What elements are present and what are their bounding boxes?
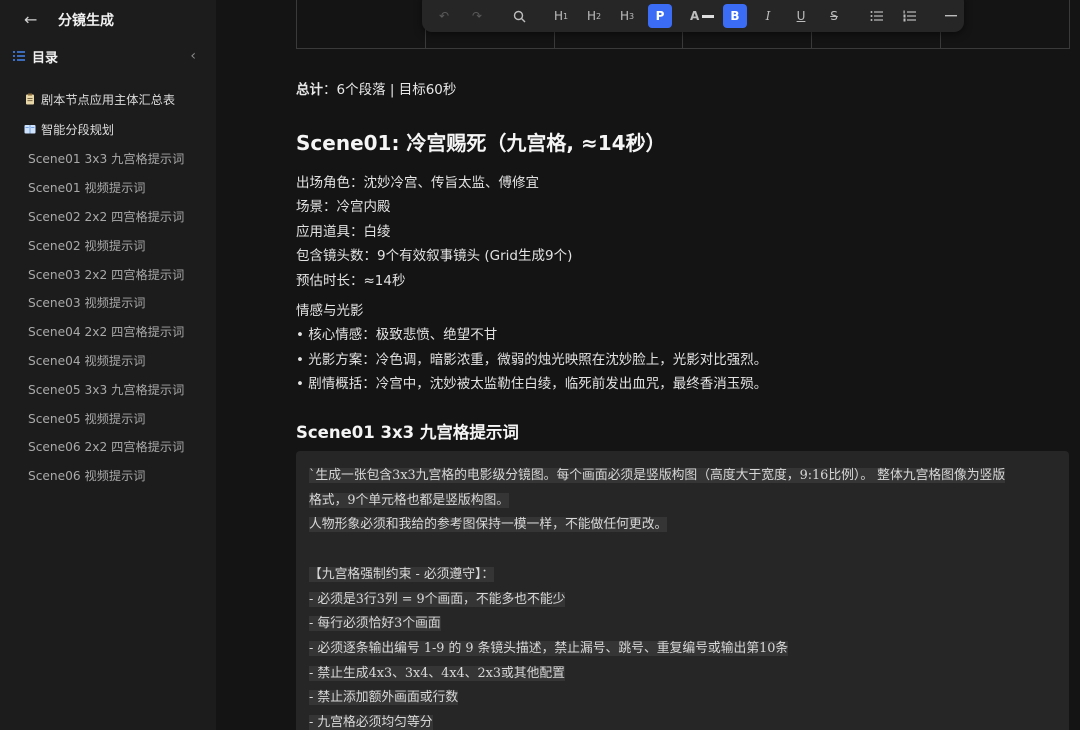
summary-value: ：6个段落 | 目标60秒 bbox=[323, 82, 457, 98]
scene-heading: Scene01: 冷宫赐死（九宫格, ≈14秒） bbox=[296, 131, 666, 155]
sidebar: ← 分镜生成 目录 ‹ 剧本节点应用主体汇总表 智能分段规划 Scene01 3x3… bbox=[0, 0, 216, 730]
color-swatch bbox=[702, 14, 714, 18]
toc-item[interactable]: Scene04 2x2 四宫格提示词 bbox=[0, 317, 216, 346]
code-line: - 禁止添加额外画面或行数 bbox=[309, 686, 1069, 711]
toc-item-label: Scene04 2x2 四宫格提示词 bbox=[28, 325, 185, 340]
code-line-text: 人物形象必须和我给的参考图保持一模一样，不能做任何更改。 bbox=[309, 517, 668, 533]
toc-item-label: Scene02 2x2 四宫格提示词 bbox=[28, 209, 185, 224]
toc-header: 目录 ‹ bbox=[0, 40, 216, 72]
toc-item[interactable]: 智能分段规划 bbox=[0, 114, 216, 144]
summary-line: 总计：6个段落 | 目标60秒 bbox=[296, 78, 1070, 100]
emotion-bullet: • 剧情概括：冷宫中，沈妙被太监勒住白绫，临死前发出血咒，最终香消玉殒。 bbox=[296, 376, 768, 393]
table-cell[interactable] bbox=[297, 0, 426, 48]
code-line-text: 【九宫格强制约束 - 必须遵守】： bbox=[309, 566, 495, 582]
code-line: `生成一张包含3x3九宫格的电影级分镜图。每个画面必须是竖版构图（高度大于宽度，… bbox=[309, 464, 1069, 489]
toc-item[interactable]: Scene05 3x3 九宫格提示词 bbox=[0, 374, 216, 403]
strikethrough-button[interactable]: S bbox=[822, 4, 846, 28]
toc-item-label: Scene05 3x3 九宫格提示词 bbox=[28, 382, 185, 397]
book-icon bbox=[24, 125, 36, 134]
toc-item[interactable]: Scene06 2x2 四宫格提示词 bbox=[0, 432, 216, 461]
emotion-bullet: • 光影方案：冷色调，暗影浓重，微弱的烛光映照在沈妙脸上，光影对比强烈。 bbox=[296, 351, 768, 368]
heading2-button[interactable]: H2 bbox=[582, 4, 606, 28]
bold-button[interactable]: B bbox=[723, 4, 747, 28]
code-line-text: - 必须逐条输出编号 1-9 的 9 条镜头描述，禁止漏号、跳号、重复编号或输出… bbox=[309, 640, 789, 656]
toc-item-label: Scene01 3x3 九宫格提示词 bbox=[28, 152, 185, 167]
code-line-text: - 禁止生成4x3、3x4、4x4、2x3或其他配置 bbox=[309, 665, 565, 681]
toc-item-label: Scene04 视频提示词 bbox=[28, 353, 146, 368]
toc-title: 目录 bbox=[32, 50, 59, 66]
code-line: - 禁止生成4x3、3x4、4x4、2x3或其他配置 bbox=[309, 662, 1069, 687]
toc-item[interactable]: Scene03 2x2 四宫格提示词 bbox=[0, 259, 216, 288]
toc-item-label: Scene03 视频提示词 bbox=[28, 296, 146, 311]
toc-item-label: 剧本节点应用主体汇总表 bbox=[41, 93, 176, 107]
emotion-heading: 情感与光影 bbox=[296, 303, 364, 320]
meta-line: 场景：冷宫内殿 bbox=[296, 199, 391, 216]
code-line: 【九宫格强制约束 - 必须遵守】： bbox=[309, 563, 1069, 588]
toc-item-label: Scene06 2x2 四宫格提示词 bbox=[28, 440, 185, 455]
prompt-heading: Scene01 3x3 九宫格提示词 bbox=[296, 422, 519, 442]
code-line-text: `生成一张包含3x3九宫格的电影级分镜图。每个画面必须是竖版构图（高度大于宽度，… bbox=[309, 468, 1006, 483]
toc-item[interactable]: Scene03 视频提示词 bbox=[0, 288, 216, 317]
meta-line: 预估时长：≈14秒 bbox=[296, 272, 406, 289]
toc-item-label: Scene01 视频提示词 bbox=[28, 181, 146, 196]
heading1-button[interactable]: H1 bbox=[549, 4, 573, 28]
numbered-list-icon[interactable] bbox=[897, 4, 921, 28]
toc-item-label: 智能分段规划 bbox=[41, 123, 115, 137]
underline-button[interactable]: U bbox=[789, 4, 813, 28]
toc-item[interactable]: Scene05 视频提示词 bbox=[0, 403, 216, 432]
meta-line: 包含镜头数：9个有效叙事镜头 (Grid生成9个) bbox=[296, 248, 573, 265]
italic-button[interactable]: I bbox=[756, 4, 780, 28]
summary-label: 总计 bbox=[296, 82, 323, 98]
toc-item-label: Scene02 视频提示词 bbox=[28, 238, 146, 253]
meta-line: 应用道具：白绫 bbox=[296, 223, 391, 240]
toc-item[interactable]: Scene02 2x2 四宫格提示词 bbox=[0, 202, 216, 231]
toc-item[interactable]: 剧本节点应用主体汇总表 bbox=[0, 84, 216, 114]
font-color-button[interactable]: A bbox=[690, 4, 714, 28]
toc-item[interactable]: Scene01 3x3 九宫格提示词 bbox=[0, 144, 216, 173]
editor-main: ↶ ↷ H1 H2 H3 P A B I U S 总计：6个段落 | 目标60秒 bbox=[216, 0, 1080, 730]
code-line: 人物形象必须和我给的参考图保持一模一样，不能做任何更改。 bbox=[309, 513, 1069, 538]
bullet-list-icon[interactable] bbox=[864, 4, 888, 28]
toc-item-label: Scene06 视频提示词 bbox=[28, 469, 146, 484]
list-icon bbox=[13, 51, 25, 61]
meta-line: 出场角色：沈妙冷宫、传旨太监、傅修宜 bbox=[296, 175, 539, 191]
format-toolbar: ↶ ↷ H1 H2 H3 P A B I U S bbox=[422, 0, 964, 32]
app-title: 分镜生成 bbox=[58, 13, 114, 29]
paragraph-button[interactable]: P bbox=[648, 4, 672, 28]
heading3-button[interactable]: H3 bbox=[615, 4, 639, 28]
code-line-text: - 九宫格必须均匀等分 bbox=[309, 715, 433, 730]
toc-item[interactable]: Scene01 视频提示词 bbox=[0, 173, 216, 202]
code-line-text: - 必须是3行3列 = 9个画面，不能多也不能少 bbox=[309, 591, 566, 607]
undo-icon[interactable]: ↶ bbox=[432, 4, 456, 28]
horizontal-rule-icon[interactable] bbox=[939, 4, 963, 28]
toc-list: 剧本节点应用主体汇总表 智能分段规划 Scene01 3x3 九宫格提示词 Scene… bbox=[0, 84, 216, 490]
app-header: ← 分镜生成 bbox=[0, 0, 216, 40]
clipboard-icon bbox=[26, 93, 34, 105]
back-arrow-icon[interactable]: ← bbox=[24, 11, 42, 29]
code-line-text: - 禁止添加额外画面或行数 bbox=[309, 690, 459, 706]
code-line: - 必须逐条输出编号 1-9 的 9 条镜头描述，禁止漏号、跳号、重复编号或输出… bbox=[309, 637, 1069, 662]
search-icon[interactable] bbox=[507, 4, 531, 28]
document-body[interactable]: 总计：6个段落 | 目标60秒 Scene01: 冷宫赐死（九宫格, ≈14秒）… bbox=[296, 78, 1070, 445]
toc-item-label: Scene05 视频提示词 bbox=[28, 411, 146, 426]
code-block[interactable]: `生成一张包含3x3九宫格的电影级分镜图。每个画面必须是竖版构图（高度大于宽度，… bbox=[296, 451, 1069, 730]
toc-item-label: Scene03 2x2 四宫格提示词 bbox=[28, 267, 185, 282]
emotion-bullet: • 核心情感：极致悲愤、绝望不甘 bbox=[296, 327, 498, 344]
scene-meta: 出场角色：沈妙冷宫、传旨太监、傅修宜 场景：冷宫内殿 应用道具：白绫包含镜头数：9个… bbox=[296, 171, 1070, 293]
toc-item[interactable]: Scene04 视频提示词 bbox=[0, 346, 216, 375]
code-line: 格式，9个单元格也都是竖版构图。 bbox=[309, 489, 1069, 514]
code-line: - 必须是3行3列 = 9个画面，不能多也不能少 bbox=[309, 588, 1069, 613]
code-line-text: - 每行必须恰好3个画面 bbox=[309, 616, 441, 632]
toc-item[interactable]: Scene06 视频提示词 bbox=[0, 461, 216, 490]
code-line: - 九宫格必须均匀等分 bbox=[309, 711, 1069, 730]
redo-icon[interactable]: ↷ bbox=[465, 4, 489, 28]
collapse-chevron-icon[interactable]: ‹ bbox=[190, 48, 196, 64]
code-line-text: 格式，9个单元格也都是竖版构图。 bbox=[309, 492, 510, 508]
toc-item[interactable]: Scene02 视频提示词 bbox=[0, 230, 216, 259]
code-line: - 每行必须恰好3个画面 bbox=[309, 612, 1069, 637]
emotion-section: 情感与光影 • 核心情感：极致悲愤、绝望不甘 • 光影方案：冷色调，暗影浓重，微弱的… bbox=[296, 299, 1070, 397]
